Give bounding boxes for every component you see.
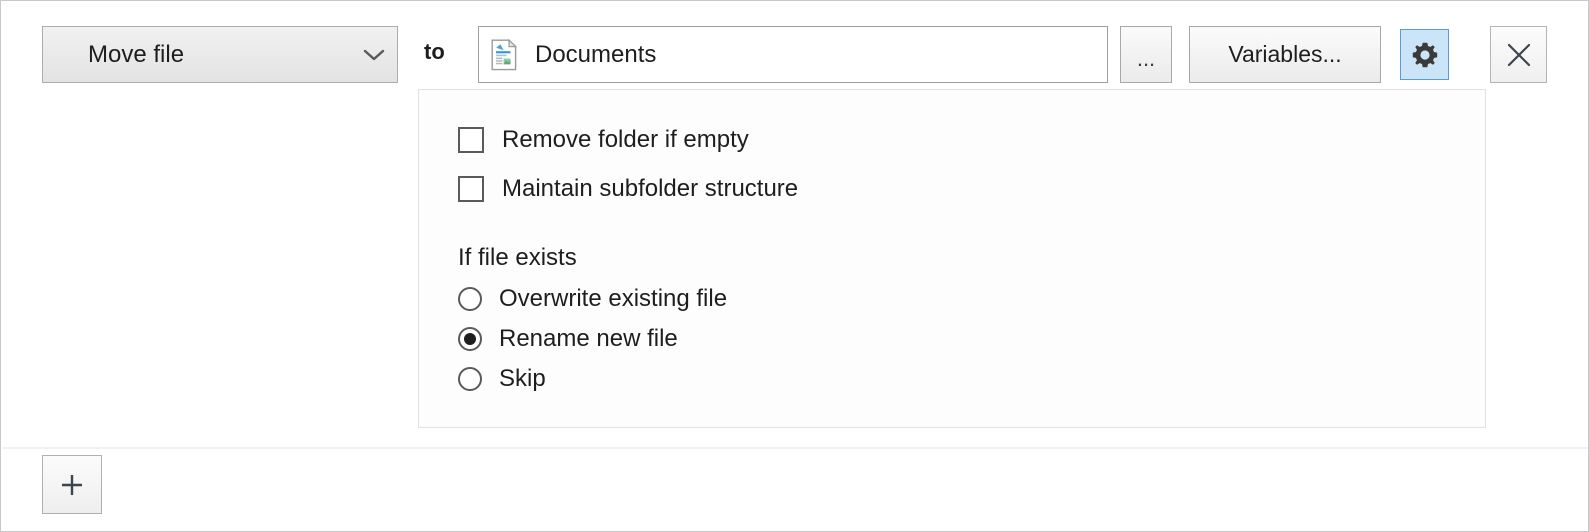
- radio-circle[interactable]: [458, 287, 482, 311]
- checkbox-box[interactable]: [458, 127, 484, 153]
- rule-editor-window: Move file to Documents ... Variables... …: [0, 0, 1589, 532]
- variables-button[interactable]: Variables...: [1189, 26, 1381, 83]
- plus-icon: [57, 470, 87, 500]
- radio-overwrite-existing-file[interactable]: Overwrite existing file: [458, 287, 727, 311]
- radio-rename-new-file[interactable]: Rename new file: [458, 327, 678, 351]
- radio-circle[interactable]: [458, 367, 482, 391]
- variables-button-label: Variables...: [1228, 41, 1342, 67]
- move-file-settings-panel: Remove folder if empty Maintain subfolde…: [418, 89, 1486, 428]
- checkbox-box[interactable]: [458, 176, 484, 202]
- to-label: to: [424, 39, 445, 64]
- radio-skip[interactable]: Skip: [458, 367, 546, 391]
- footer-divider: [2, 447, 1588, 449]
- checkbox-label: Maintain subfolder structure: [502, 175, 799, 202]
- action-type-dropdown-value: Move file: [88, 42, 185, 67]
- maintain-subfolder-structure-checkbox[interactable]: Maintain subfolder structure: [458, 176, 798, 202]
- document-icon: [491, 38, 518, 71]
- checkbox-label: Remove folder if empty: [502, 126, 749, 153]
- action-type-dropdown[interactable]: Move file: [42, 26, 398, 83]
- settings-button[interactable]: [1400, 29, 1449, 80]
- close-button[interactable]: [1490, 26, 1547, 83]
- destination-path-field[interactable]: Documents: [478, 26, 1108, 83]
- if-file-exists-title: If file exists: [458, 244, 577, 271]
- radio-label: Skip: [499, 365, 546, 392]
- remove-folder-if-empty-checkbox[interactable]: Remove folder if empty: [458, 127, 749, 153]
- add-rule-button[interactable]: [42, 455, 102, 514]
- radio-circle[interactable]: [458, 327, 482, 351]
- chevron-down-icon[interactable]: [351, 48, 397, 62]
- browse-button-label: ...: [1136, 46, 1156, 71]
- browse-button[interactable]: ...: [1120, 26, 1172, 83]
- radio-label: Overwrite existing file: [499, 285, 728, 312]
- radio-label: Rename new file: [499, 325, 678, 352]
- destination-path-value: Documents: [535, 42, 657, 67]
- action-row: Move file to Documents ... Variables...: [1, 1, 1588, 93]
- gear-icon: [1412, 42, 1438, 68]
- close-icon: [1505, 41, 1533, 69]
